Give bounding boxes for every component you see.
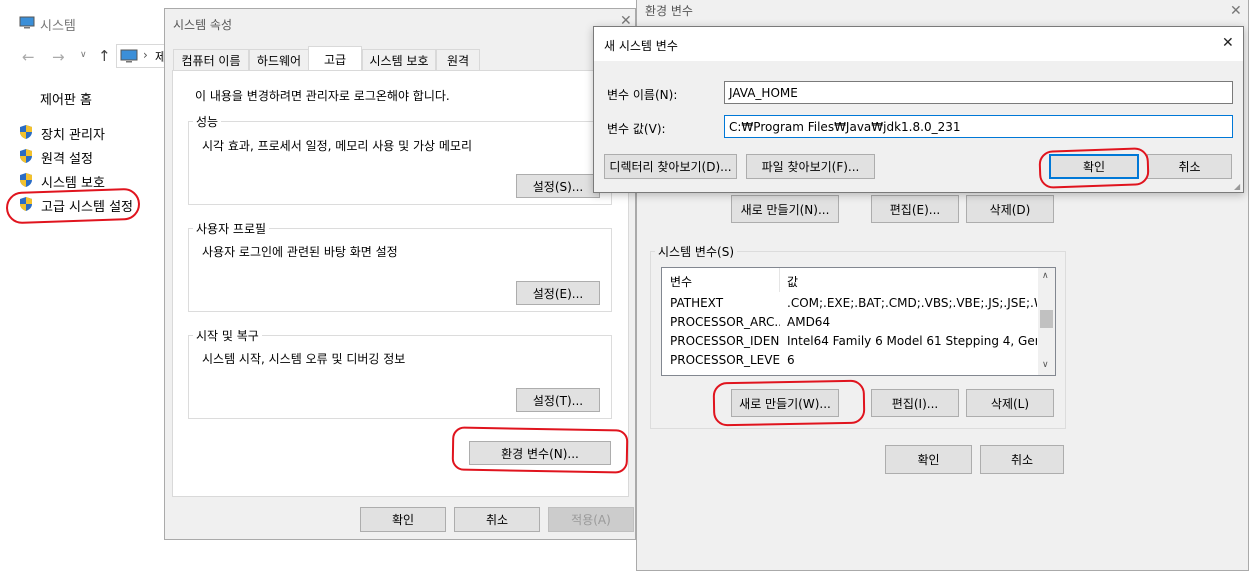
system-edit-button[interactable]: 편집(I)... — [871, 389, 959, 417]
user-edit-button[interactable]: 편집(E)... — [871, 195, 959, 223]
tab-hardware[interactable]: 하드웨어 — [249, 49, 309, 71]
admin-note: 이 내용을 변경하려면 관리자로 로그온해야 합니다. — [195, 89, 450, 103]
newvar-close-icon[interactable]: ✕ — [1222, 35, 1234, 51]
startup-desc: 시스템 시작, 시스템 오류 및 디버깅 정보 — [202, 352, 406, 366]
user-new-button[interactable]: 새로 만들기(N)... — [731, 195, 839, 223]
variable-value: Intel64 Family 6 Model 61 Stepping 4, Ge… — [787, 333, 1037, 348]
variable-value-label: 변수 값(V): — [607, 122, 666, 136]
shield-icon — [20, 149, 32, 163]
system-variables-list[interactable]: 변수 값 PATHEXT .COM;.EXE;.BAT;.CMD;.VBS;.V… — [661, 267, 1056, 376]
computer-icon — [120, 49, 138, 63]
system-properties-window: 시스템 속성 컴퓨터 이름 하드웨어 고급 시스템 보호 원격 이 내용을 변경… — [164, 8, 636, 540]
profile-desc: 사용자 로그인에 관련된 바탕 화면 설정 — [202, 245, 398, 259]
chevron-down-icon[interactable]: ∨ — [80, 50, 87, 60]
resize-grip-icon[interactable]: ◢ — [1234, 182, 1240, 191]
tab-strip: 컴퓨터 이름 하드웨어 고급 시스템 보호 원격 — [173, 46, 633, 71]
startup-settings-button[interactable]: 설정(T)... — [516, 388, 600, 412]
new-system-variable-dialog: 새 시스템 변수 ✕ 변수 이름(N): JAVA_HOME 변수 값(V): … — [593, 26, 1244, 193]
profile-label: 사용자 프로필 — [193, 220, 270, 237]
envvars-close-icon[interactable]: ✕ — [1230, 3, 1242, 19]
shield-icon — [20, 173, 32, 187]
breadcrumb-chevron-icon: › — [143, 48, 148, 62]
system-window: 시스템 ← → ∨ ↑ › 제 제어판 홈 장치 관리자 원격 설정 시스템 보… — [0, 0, 166, 571]
startup-label: 시작 및 복구 — [193, 327, 262, 344]
user-delete-button[interactable]: 삭제(D) — [966, 195, 1054, 223]
performance-desc: 시각 효과, 프로세서 일정, 메모리 사용 및 가상 메모리 — [202, 139, 472, 153]
envvars-title: 환경 변수 — [645, 4, 693, 18]
envvars-cancel-button[interactable]: 취소 — [980, 445, 1064, 474]
system-title-icon — [19, 16, 35, 29]
scroll-down-icon[interactable]: ∨ — [1042, 360, 1049, 370]
performance-label: 성능 — [193, 113, 222, 130]
system-delete-button[interactable]: 삭제(L) — [966, 389, 1054, 417]
variable-name: PROCESSOR_IDEN... — [670, 333, 780, 348]
tab-remote[interactable]: 원격 — [436, 49, 480, 71]
sidebar-link-device-manager[interactable]: 장치 관리자 — [41, 124, 105, 143]
tab-panel: 이 내용을 변경하려면 관리자로 로그온해야 합니다. 성능 시각 효과, 프로… — [172, 70, 629, 497]
environment-variables-button[interactable]: 환경 변수(N)... — [469, 441, 611, 465]
variable-value: 6 — [787, 352, 795, 367]
variable-value: AMD64 — [787, 314, 831, 329]
browse-directory-button[interactable]: 디렉터리 찾아보기(D)... — [604, 154, 737, 179]
variable-name-input[interactable]: JAVA_HOME — [724, 81, 1233, 104]
scrollbar[interactable]: ∧ ∨ — [1038, 268, 1055, 375]
tab-advanced[interactable]: 고급 — [308, 46, 362, 71]
system-title: 시스템 — [40, 19, 76, 34]
sysprops-title: 시스템 속성 — [173, 18, 233, 32]
tab-computer-name[interactable]: 컴퓨터 이름 — [173, 49, 249, 71]
variable-name: PATHEXT — [670, 295, 724, 310]
envvars-ok-button[interactable]: 확인 — [885, 445, 972, 474]
column-header-name[interactable]: 변수 — [670, 273, 692, 290]
variable-name-label: 변수 이름(N): — [607, 88, 678, 102]
newvar-title: 새 시스템 변수 — [604, 39, 678, 53]
variable-value: .COM;.EXE;.BAT;.CMD;.VBS;.VBE;.JS;.JSE;.… — [787, 295, 1037, 310]
sidebar-link-advanced-settings[interactable]: 고급 시스템 설정 — [41, 196, 133, 215]
newvar-ok-button[interactable]: 확인 — [1049, 154, 1139, 179]
column-header-value[interactable]: 값 — [787, 273, 798, 290]
up-arrow-icon[interactable]: ↑ — [98, 47, 111, 65]
sidebar-link-system-protection[interactable]: 시스템 보호 — [41, 172, 105, 191]
sysprops-apply-button[interactable]: 적용(A) — [548, 507, 634, 532]
variable-name: PROCESSOR_ARC... — [670, 314, 780, 329]
address-bar[interactable]: › 제 — [116, 44, 166, 68]
browse-file-button[interactable]: 파일 찾아보기(F)... — [746, 154, 875, 179]
table-row[interactable]: PROCESSOR_LEVEL 6 — [662, 350, 1038, 369]
control-panel-home-link[interactable]: 제어판 홈 — [40, 89, 92, 108]
sidebar-link-remote-settings[interactable]: 원격 설정 — [41, 148, 93, 167]
column-divider — [779, 268, 780, 292]
performance-settings-button[interactable]: 설정(S)... — [516, 174, 600, 198]
tab-system-protection[interactable]: 시스템 보호 — [362, 49, 436, 71]
shield-icon — [20, 197, 32, 211]
system-variables-label: 시스템 변수(S) — [655, 243, 737, 260]
variable-name: PROCESSOR_LEVEL — [670, 352, 780, 367]
sysprops-cancel-button[interactable]: 취소 — [454, 507, 540, 532]
sysprops-ok-button[interactable]: 확인 — [360, 507, 446, 532]
list-header: 변수 값 — [662, 268, 1038, 292]
table-row[interactable]: PROCESSOR_IDEN... Intel64 Family 6 Model… — [662, 331, 1038, 350]
scrollbar-thumb[interactable] — [1040, 310, 1053, 328]
table-row[interactable]: PROCESSOR_ARC... AMD64 — [662, 312, 1038, 331]
table-row[interactable]: PATHEXT .COM;.EXE;.BAT;.CMD;.VBS;.VBE;.J… — [662, 293, 1038, 312]
shield-icon — [20, 125, 32, 139]
dialog-titlebar: 새 시스템 변수 ✕ — [594, 27, 1243, 61]
scroll-up-icon[interactable]: ∧ — [1042, 271, 1049, 281]
back-arrow-icon[interactable]: ← — [22, 48, 35, 66]
newvar-cancel-button[interactable]: 취소 — [1147, 154, 1232, 179]
forward-arrow-icon[interactable]: → — [52, 48, 65, 66]
system-new-button[interactable]: 새로 만들기(W)... — [731, 389, 839, 417]
profile-settings-button[interactable]: 설정(E)... — [516, 281, 600, 305]
variable-value-input[interactable]: C:₩Program Files₩Java₩jdk1.8.0_231 — [724, 115, 1233, 138]
